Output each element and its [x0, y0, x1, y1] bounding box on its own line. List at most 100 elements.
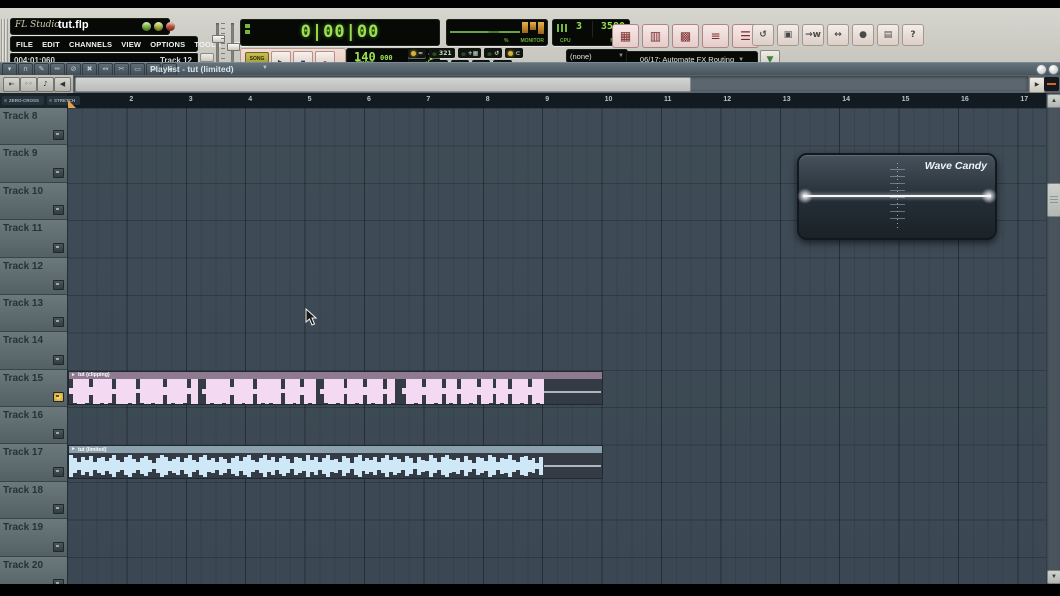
audio-clip-tut-limited-[interactable]: ►tut (limited) — [68, 445, 603, 479]
track-state-button[interactable] — [53, 392, 64, 402]
audio-clip-tut-clipping-[interactable]: ►tut (clipping) — [68, 371, 603, 405]
vertical-scrollbar[interactable]: ▲ ▼ — [1046, 93, 1060, 584]
chevron-down-icon: ▼ — [618, 53, 624, 59]
loop-record-toggle-led — [487, 51, 492, 56]
track-header-track-18[interactable]: Track 18 — [0, 482, 67, 519]
track-state-button[interactable] — [53, 429, 64, 439]
blend-notes-toggle[interactable]: +▦ — [458, 48, 482, 58]
timeline-bar-number: 9 — [545, 96, 549, 103]
time-display-panel: 0|00|00 — [240, 19, 440, 46]
scroll-right-button[interactable]: ▶ — [1029, 77, 1045, 93]
menu-item-channels[interactable]: CHANNELS — [69, 40, 112, 49]
master-pitch-handle[interactable] — [227, 43, 240, 51]
track-state-button[interactable] — [53, 467, 64, 477]
track-header-track-19[interactable]: Track 19 — [0, 519, 67, 556]
slide-button[interactable]: ◦◦ — [20, 77, 37, 92]
vertical-scrollbar-thumb[interactable] — [1047, 183, 1060, 217]
clip-marker-icon: ► — [71, 373, 76, 378]
horizontal-scrollbar[interactable] — [74, 76, 1028, 91]
playlist-timeline[interactable]: ZERO-CROSSSTRETCH 2345678910111213141516… — [0, 93, 1046, 109]
master-pitch-slider[interactable] — [231, 23, 234, 65]
record-audio-button[interactable]: ● — [852, 24, 874, 46]
track-state-button[interactable] — [53, 542, 64, 552]
timeline-bar-number: 7 — [426, 96, 430, 103]
timeline-bar-number: 16 — [961, 96, 969, 103]
menu-item-options[interactable]: OPTIONS — [150, 40, 185, 49]
window-maximize-orb[interactable] — [154, 22, 163, 31]
playlist-maximize-button[interactable] — [1048, 64, 1059, 75]
track-header-track-17[interactable]: Track 17 — [0, 444, 67, 481]
rewind-button[interactable]: ↔ — [827, 24, 849, 46]
back-button[interactable]: ◀ — [54, 77, 71, 92]
piano-roll-button[interactable]: ▩ — [672, 24, 699, 48]
track-header-track-15[interactable]: Track 15 — [0, 370, 67, 407]
swing-button[interactable]: ♪ — [37, 77, 54, 92]
controller-dropdown[interactable]: (none) ▼ — [566, 49, 628, 63]
track-state-button[interactable] — [53, 317, 64, 327]
track-state-button[interactable] — [53, 205, 64, 215]
track-header-track-20[interactable]: Track 20 — [0, 557, 67, 584]
countdown-toggle[interactable]: 321 — [429, 48, 455, 58]
toggle-zero-cross[interactable]: ZERO-CROSS — [2, 96, 44, 105]
divider — [592, 21, 593, 37]
track-name: Track 9 — [3, 148, 37, 159]
track-headers-column: Track 8 Track 9 Track 10Track 11Track 12 Tr… — [0, 108, 67, 584]
letterbox-bottom — [0, 584, 1060, 596]
track-name: Track 13 — [3, 298, 43, 309]
step-edit-toggle[interactable]: ⊂ — [505, 48, 523, 58]
track-header-track-8[interactable]: Track 8 — [0, 108, 67, 145]
playlist-view-button[interactable]: ▦ — [612, 24, 639, 48]
timeline-bar-number: 4 — [248, 96, 252, 103]
loop-record-toggle[interactable]: ↺ — [484, 48, 502, 58]
meter-block — [522, 22, 528, 33]
menu-item-view[interactable]: VIEW — [121, 40, 141, 49]
wave-candy-title: Wave Candy — [925, 160, 987, 172]
chevron-down-icon[interactable]: ▼ — [262, 65, 268, 71]
track-state-button[interactable] — [53, 130, 64, 140]
track-name: Track 19 — [3, 522, 43, 533]
track-state-button[interactable] — [53, 355, 64, 365]
clip-header[interactable]: ►tut (limited) — [69, 446, 602, 453]
track-header-track-10[interactable]: Track 10 — [0, 183, 67, 220]
track-header-track-12[interactable]: Track 12 — [0, 258, 67, 295]
project-notes-button[interactable]: ▤ — [877, 24, 899, 46]
track-state-button[interactable] — [53, 168, 64, 178]
menu-item-edit[interactable]: EDIT — [42, 40, 60, 49]
help-button[interactable]: ? — [902, 24, 924, 46]
track-state-button[interactable] — [53, 280, 64, 290]
step-sequencer-button[interactable]: ▥ — [642, 24, 669, 48]
save-button[interactable]: ▣ — [777, 24, 799, 46]
wave-candy-window[interactable]: Wave Candy — [797, 153, 997, 240]
transport-toggles-row1: ≈321+▦↺ ⊂ — [408, 48, 523, 58]
scroll-up-button[interactable]: ▲ — [1047, 94, 1060, 108]
horizontal-scrollbar-thumb[interactable] — [75, 77, 691, 92]
track-state-button[interactable] — [53, 504, 64, 514]
track-state-button[interactable] — [53, 243, 64, 253]
window-minimize-orb[interactable] — [142, 22, 151, 31]
export-wav-button[interactable]: →w — [802, 24, 824, 46]
track-header-track-9[interactable]: Track 9 — [0, 145, 67, 182]
clip-marker-icon: ► — [71, 447, 76, 452]
toolbar-grip[interactable] — [1, 19, 8, 67]
undo-button[interactable]: ↺ — [752, 24, 774, 46]
step-edit-toggle-icon: ⊂ — [515, 50, 520, 57]
window-close-orb[interactable] — [166, 22, 175, 31]
track-name: Track 17 — [3, 447, 43, 458]
playlist-titlebar[interactable]: ▾∩✎✏⊘✖↔✂▭⊙◄ Playlist - tut (limited) ▼ — [0, 62, 1060, 75]
clip-header[interactable]: ►tut (clipping) — [69, 372, 602, 379]
timeline-bar-number: 14 — [842, 96, 850, 103]
menu-item-file[interactable]: FILE — [16, 40, 33, 49]
tempo-fraction[interactable]: 000 — [380, 54, 393, 62]
playlist-detach-button[interactable] — [1036, 64, 1047, 75]
master-volume-slider[interactable] — [216, 23, 219, 65]
track-header-track-11[interactable]: Track 11 — [0, 220, 67, 257]
scroll-toggle[interactable]: ≈ — [408, 48, 426, 58]
cpu-meter-bars — [557, 24, 569, 32]
playhead-marker[interactable] — [68, 100, 76, 108]
track-header-track-14[interactable]: Track 14 — [0, 332, 67, 369]
scroll-down-button[interactable]: ▼ — [1047, 570, 1060, 584]
browser-button[interactable]: ≡ — [702, 24, 729, 48]
track-header-track-16[interactable]: Track 16 — [0, 407, 67, 444]
snap-button[interactable]: ⇤ — [3, 77, 20, 92]
track-header-track-13[interactable]: Track 13 — [0, 295, 67, 332]
